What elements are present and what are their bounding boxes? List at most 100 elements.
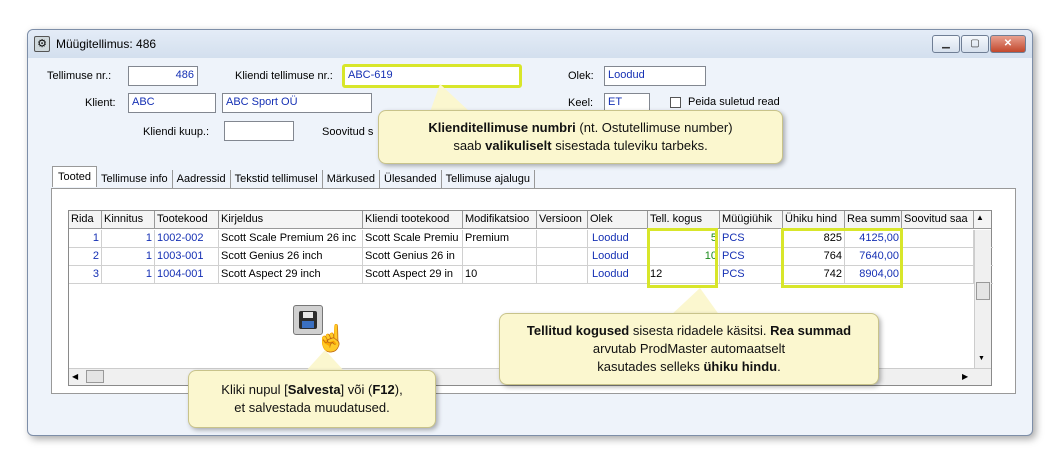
row-cell: 1: [102, 248, 155, 266]
client-name-field[interactable]: ABC Sport OÜ: [222, 93, 372, 113]
callout-text: Klienditellimuse numbri: [428, 120, 576, 135]
col-versioon[interactable]: Versioon: [537, 211, 588, 229]
row-cell: [902, 248, 974, 266]
callout-pointer: [305, 350, 345, 372]
callout-text: arvutab ProdMaster automaatselt: [592, 341, 786, 356]
tab-ajalugu[interactable]: Tellimuse ajalugu: [442, 170, 536, 188]
row-cell: PCS: [720, 230, 783, 248]
col-modifikatsioon[interactable]: Modifikatsioo: [463, 211, 537, 229]
col-kirjeldus[interactable]: Kirjeldus: [219, 211, 363, 229]
minimize-icon[interactable]: ▁: [932, 35, 960, 53]
tab-tooted[interactable]: Tooted: [52, 166, 98, 187]
callout-text: Kliki nupul [: [221, 382, 288, 397]
row-cell: Scott Scale Premiu: [363, 230, 463, 248]
scroll-left-icon[interactable]: ◀: [72, 372, 78, 381]
title-bar: ⚙ Müügitellimus: 486 ▁ ▢ ✕: [28, 30, 1032, 58]
tab-markused[interactable]: Märkused: [323, 170, 381, 188]
row-cell: Scott Aspect 29 in: [363, 266, 463, 284]
order-nr-field[interactable]: 486: [128, 66, 198, 86]
client-buyer-field[interactable]: [224, 121, 294, 141]
recommended-label: Soovitud s: [322, 126, 374, 138]
hand-cursor-icon: ☝: [315, 323, 348, 353]
price-sum-highlight: [781, 228, 903, 288]
row-cell: 2: [69, 248, 102, 266]
vertical-scrollbar[interactable]: ▼: [974, 230, 991, 368]
callout-text: valikuliselt: [485, 138, 552, 153]
col-olek[interactable]: Olek: [588, 211, 648, 229]
hide-closed-label: Peida suletud read: [688, 96, 780, 108]
callout-text: .: [777, 359, 781, 374]
row-cell: 1003-001: [155, 248, 219, 266]
row-cell: 10: [463, 266, 537, 284]
tab-aadressid[interactable]: Aadressid: [173, 170, 231, 188]
callout-text: sisestada tuleviku tarbeks.: [551, 138, 708, 153]
tab-ulesanded[interactable]: Ülesanded: [380, 170, 442, 188]
row-cell: Loodud: [588, 248, 648, 266]
col-rea-summa[interactable]: Rea summ: [845, 211, 902, 229]
callout-pointer: [670, 288, 720, 316]
row-cell: [463, 248, 537, 266]
close-icon[interactable]: ✕: [990, 35, 1026, 53]
row-cell: Scott Scale Premium 26 inc: [219, 230, 363, 248]
row-cell: 1: [102, 230, 155, 248]
col-kliendi-tootekood[interactable]: Kliendi tootekood: [363, 211, 463, 229]
window-title: Müügitellimus: 486: [56, 37, 157, 51]
row-cell: PCS: [720, 266, 783, 284]
callout-text: sisesta ridadele käsitsi.: [629, 323, 771, 338]
col-muugiuhik[interactable]: Müügiühik: [720, 211, 783, 229]
callout-text: et salvestada muudatused.: [234, 400, 390, 415]
callout-text: Salvesta: [287, 382, 341, 397]
row-cell: [537, 230, 588, 248]
scroll-up-icon[interactable]: ▲: [974, 211, 991, 229]
scroll-right-icon[interactable]: ▶: [962, 372, 968, 381]
app-icon: ⚙: [34, 36, 50, 52]
client-label: Klient:: [85, 97, 116, 109]
order-nr-label: Tellimuse nr.:: [47, 70, 112, 82]
col-tell-kogus[interactable]: Tell. kogus: [648, 211, 720, 229]
col-rida[interactable]: Rida: [69, 211, 102, 229]
col-kinnitus[interactable]: Kinnitus: [102, 211, 155, 229]
client-buyer-label: Kliendi kuup.:: [143, 126, 210, 138]
tab-tekstid[interactable]: Tekstid tellimusel: [231, 170, 323, 188]
callout-client-order: Klienditellimuse numbri (nt. Ostutellimu…: [378, 110, 783, 164]
row-cell: Loodud: [588, 230, 648, 248]
h-scroll-thumb[interactable]: [86, 370, 104, 383]
row-cell: PCS: [720, 248, 783, 266]
row-cell: Scott Genius 26 in: [363, 248, 463, 266]
tab-bar: Tooted Tellimuse info Aadressid Tekstid tel…: [52, 166, 536, 189]
callout-text: F12: [372, 382, 395, 397]
row-cell: 1: [102, 266, 155, 284]
client-order-label: Kliendi tellimuse nr.:: [235, 70, 333, 82]
row-cell: [902, 230, 974, 248]
tab-tellimuse-info[interactable]: Tellimuse info: [97, 170, 173, 188]
maximize-icon[interactable]: ▢: [961, 35, 989, 53]
col-soovitud[interactable]: Soovitud saa: [902, 211, 974, 229]
callout-quantities: Tellitud kogused sisesta ridadele käsits…: [499, 313, 879, 385]
callout-text: ),: [394, 382, 403, 397]
language-label: Keel:: [568, 97, 594, 109]
row-cell: [537, 266, 588, 284]
row-cell: [902, 266, 974, 284]
qty-highlight: [647, 228, 718, 288]
hide-closed-checkbox[interactable]: [670, 97, 681, 108]
callout-text: Rea summad: [770, 323, 852, 338]
callout-text: ] või (: [340, 382, 373, 397]
status-label: Olek:: [568, 70, 594, 82]
client-code-field[interactable]: ABC: [128, 93, 216, 113]
row-cell: 3: [69, 266, 102, 284]
row-cell: Loodud: [588, 266, 648, 284]
col-tootekood[interactable]: Tootekood: [155, 211, 219, 229]
scroll-thumb[interactable]: [976, 282, 990, 300]
callout-text: ühiku hindu: [703, 359, 778, 374]
row-cell: 1: [69, 230, 102, 248]
scroll-down-icon[interactable]: ▼: [978, 355, 985, 362]
col-uhiku-hind[interactable]: Ühiku hind: [783, 211, 845, 229]
callout-save: Kliki nupul [Salvesta] või (F12), et sal…: [188, 370, 436, 428]
callout-text: saab: [453, 138, 486, 153]
row-cell: Premium: [463, 230, 537, 248]
callout-text: kasutades selleks: [597, 359, 704, 374]
row-cell: Scott Genius 26 inch: [219, 248, 363, 266]
row-cell: 1002-002: [155, 230, 219, 248]
grid-header: Rida Kinnitus Tootekood Kirjeldus Kliend…: [69, 211, 991, 229]
status-field[interactable]: Loodud: [604, 66, 706, 86]
